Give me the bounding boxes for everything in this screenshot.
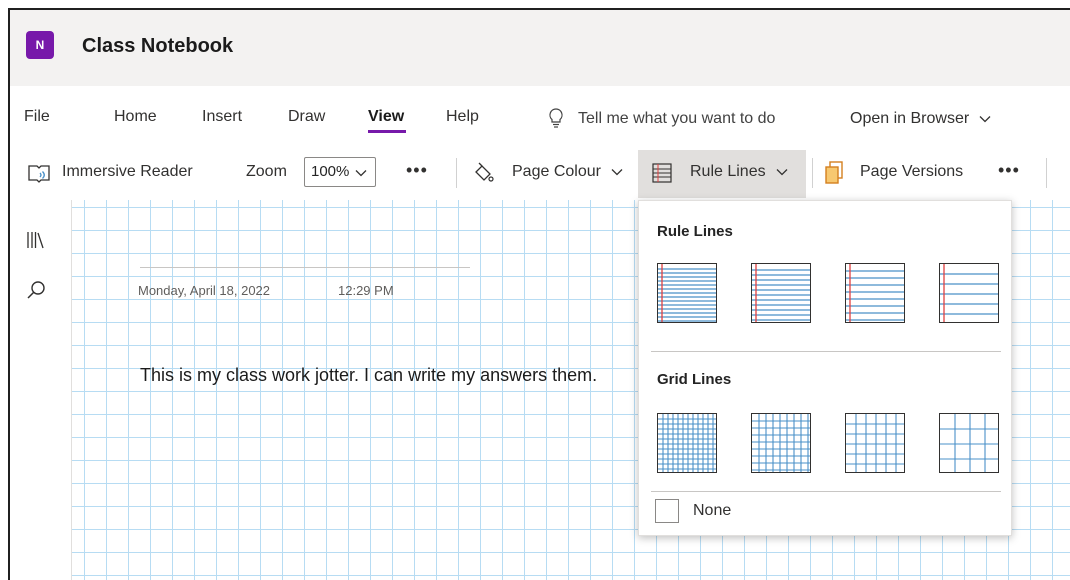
title-bar: N Class Notebook [10,10,1070,86]
more-options-button-2[interactable]: ••• [998,160,1020,181]
grid-lines-small-option[interactable] [657,413,717,473]
page-versions-button[interactable]: Page Versions [860,163,963,181]
rule-lines-menu: Rule Lines Grid Lines None [638,200,1012,536]
lightbulb-icon [549,108,563,128]
ribbon-toolbar: Immersive Reader Zoom 100% ••• Page Colo… [10,150,1070,200]
note-text[interactable]: This is my class work jotter. I can writ… [140,360,660,391]
page-versions-icon [825,161,843,184]
zoom-value: 100% [311,163,350,180]
rule-standard-preview [846,264,904,322]
tab-file[interactable]: File [24,108,50,126]
grid-medium-preview [752,414,810,472]
page-date: Monday, April 18, 2022 [138,283,271,298]
tab-insert[interactable]: Insert [202,108,242,126]
zoom-select[interactable]: 100% [304,157,376,187]
grid-lines-xlarge-option[interactable] [939,413,999,473]
page-time: 12:29 PM [338,283,394,298]
rule-narrow-preview [658,264,716,322]
none-option-checkbox[interactable] [655,499,679,523]
grid-xlarge-preview [940,414,998,472]
rule-lines-text: Rule Lines [690,163,766,180]
rule-wide-preview [940,264,998,322]
toolbar-separator [1046,158,1047,188]
rule-lines-narrow-option[interactable] [657,263,717,323]
immersive-reader-button[interactable]: Immersive Reader [62,163,193,181]
rule-lines-wide-option[interactable] [939,263,999,323]
grid-lines-medium-option[interactable] [751,413,811,473]
none-option-label[interactable]: None [693,502,731,520]
tab-view[interactable]: View [368,108,404,126]
tell-me-search[interactable]: Tell me what you want to do [578,110,775,128]
rule-lines-header: Rule Lines [657,223,733,240]
app-window: N Class Notebook File Home Insert Draw V… [8,8,1070,580]
zoom-label: Zoom [246,163,287,180]
more-options-button[interactable]: ••• [406,160,428,181]
notebook-title: Class Notebook [82,35,234,57]
rule-lines-icon [652,163,672,183]
grid-small-preview [658,414,716,472]
notebooks-icon[interactable] [26,230,44,250]
chevron-down-icon [355,170,367,177]
tab-draw[interactable]: Draw [288,108,325,126]
tab-help[interactable]: Help [446,108,479,126]
page-colour-button[interactable]: Page Colour [512,163,623,181]
grid-lines-large-option[interactable] [845,413,905,473]
menu-divider [651,491,1001,492]
tab-home[interactable]: Home [114,108,157,126]
search-icon[interactable] [26,280,46,300]
toolbar-separator [456,158,457,188]
rule-lines-standard-option[interactable] [845,263,905,323]
menu-divider [651,351,1001,352]
page-colour-icon [475,162,494,182]
rule-college-preview [752,264,810,322]
chevron-down-icon [611,168,623,176]
toolbar-separator [812,158,813,188]
title-underline [140,267,470,268]
chevron-down-icon [979,115,991,123]
grid-lines-header: Grid Lines [657,371,732,388]
page-colour-label: Page Colour [512,163,601,180]
rule-lines-college-option[interactable] [751,263,811,323]
rule-lines-label: Rule Lines [690,163,788,181]
open-in-browser-button[interactable]: Open in Browser [850,110,991,128]
immersive-reader-icon [28,165,50,183]
onenote-icon: N [26,31,54,59]
chevron-down-icon [776,168,788,176]
ribbon-tabs: File Home Insert Draw View Help Tell me … [10,98,1070,138]
open-in-browser-label: Open in Browser [850,110,970,127]
active-tab-indicator [368,130,406,133]
app-icon-letter: N [35,38,45,52]
navigation-rail [10,200,72,580]
grid-large-preview [846,414,904,472]
